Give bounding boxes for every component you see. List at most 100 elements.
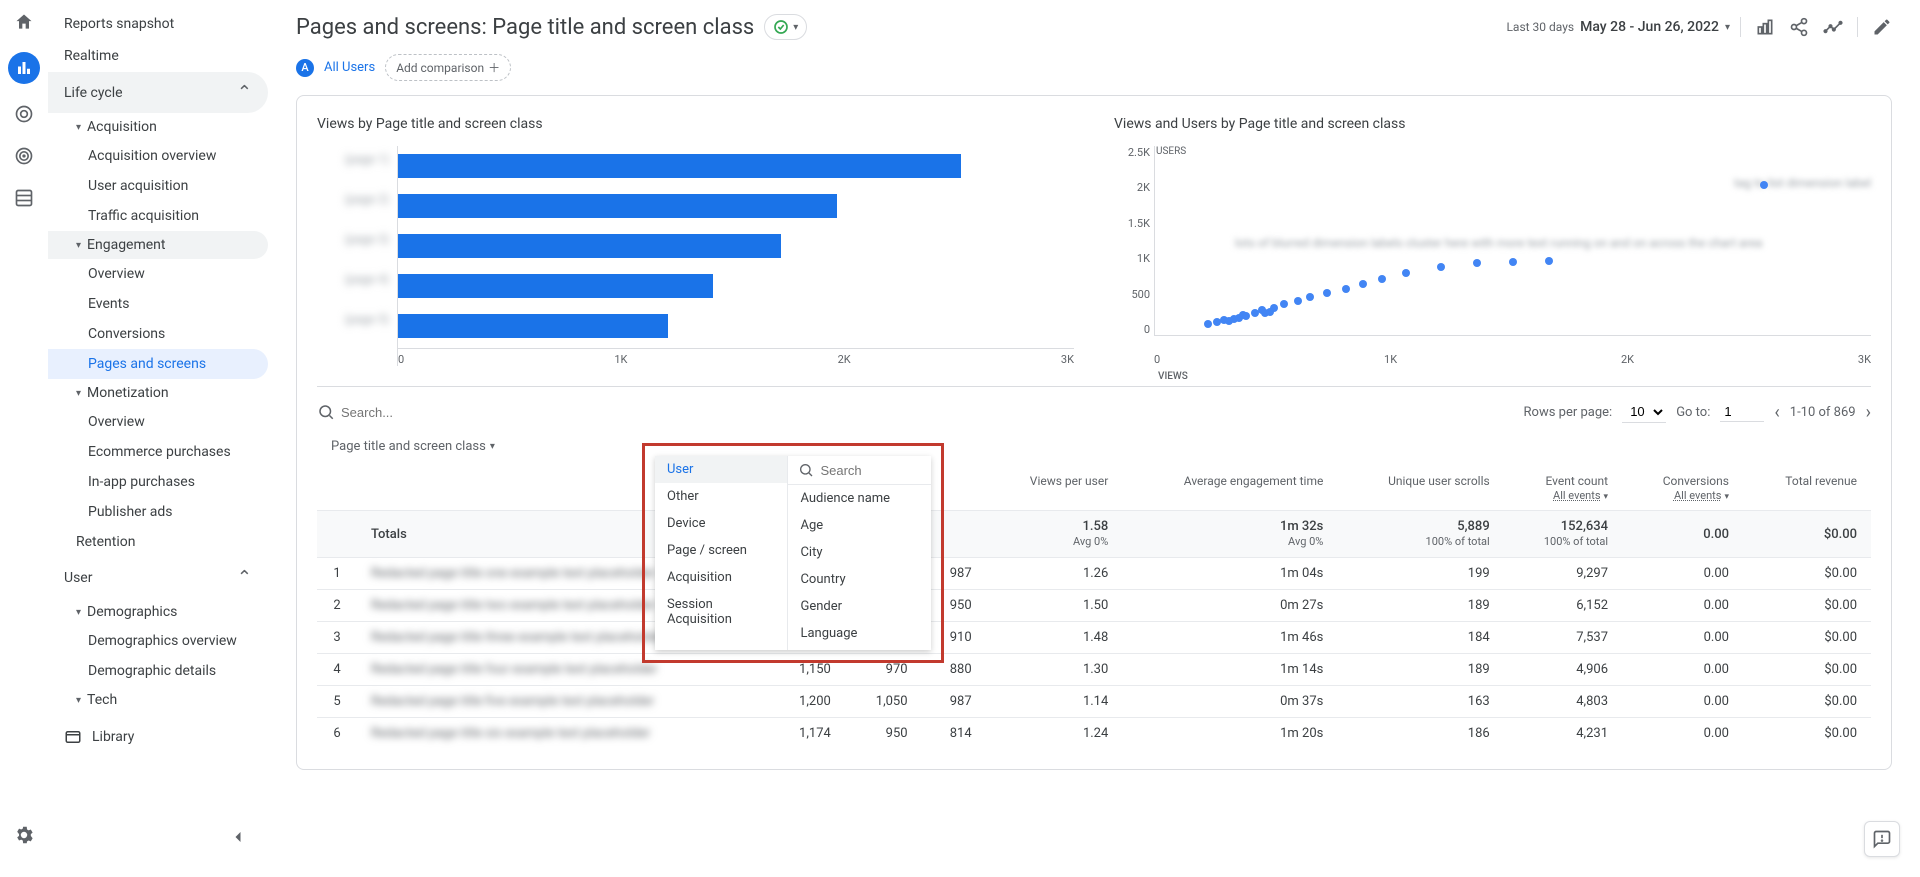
bar-chart-area: 01K2K3K xyxy=(397,146,1074,366)
sidebar-item-demographics-overview[interactable]: Demographics overview xyxy=(48,626,268,656)
dim-category-other[interactable]: Other xyxy=(655,483,787,510)
sidebar: Reports snapshot Realtime Life cycle ⌃ ▾… xyxy=(48,0,268,877)
sidebar-item-demographic-details[interactable]: Demographic details xyxy=(48,656,268,686)
add-comparison-button[interactable]: Add comparison＋ xyxy=(385,54,511,81)
caret-down-icon: ▾ xyxy=(490,441,495,452)
insights-icon[interactable] xyxy=(1823,17,1843,37)
sidebar-item-conversions[interactable]: Conversions xyxy=(48,319,268,349)
segment-badge: A xyxy=(296,59,314,77)
caret-down-icon: ▾ xyxy=(1725,22,1730,33)
secondary-dimension-popup: User Other Device Page / screen Acquisit… xyxy=(655,456,931,650)
sidebar-item-ecommerce-purchases[interactable]: Ecommerce purchases xyxy=(48,437,268,467)
date-range-picker[interactable]: Last 30 days May 28 - Jun 26, 2022 ▾ xyxy=(1506,19,1730,35)
configure-icon[interactable] xyxy=(12,186,36,210)
dim-value-country[interactable]: Country xyxy=(788,566,931,593)
dimension-category-list: User Other Device Page / screen Acquisit… xyxy=(655,456,787,650)
feedback-button[interactable] xyxy=(1864,821,1900,857)
column-avg-engagement-time[interactable]: Average engagement time xyxy=(1122,466,1337,511)
sidebar-group-tech[interactable]: ▾Tech xyxy=(48,686,268,714)
sidebar-item-in-app-purchases[interactable]: In-app purchases xyxy=(48,467,268,497)
table-row[interactable]: 4Redacted page title four example text p… xyxy=(317,654,1871,686)
verified-dropdown[interactable]: ▾ xyxy=(764,14,807,40)
caret-down-icon: ▾ xyxy=(76,240,81,251)
sidebar-section-life-cycle[interactable]: Life cycle ⌃ xyxy=(48,72,268,113)
column-event-count[interactable]: Event countAll events ▾ xyxy=(1504,466,1622,511)
table-row[interactable]: 5Redacted page title five example text p… xyxy=(317,686,1871,718)
sidebar-section-user[interactable]: User ⌃ xyxy=(48,557,268,598)
segment-label[interactable]: All Users xyxy=(324,60,375,75)
left-icon-rail xyxy=(0,0,48,877)
go-to-label: Go to: xyxy=(1676,405,1710,420)
dim-value-age[interactable]: Age xyxy=(788,512,931,539)
caret-down-icon: ▾ xyxy=(1604,492,1609,502)
chevron-up-icon: ⌃ xyxy=(237,82,252,103)
sidebar-item-reports-snapshot[interactable]: Reports snapshot xyxy=(48,8,268,40)
sidebar-group-engagement[interactable]: ▾Engagement xyxy=(48,231,268,259)
sidebar-item-publisher-ads[interactable]: Publisher ads xyxy=(48,497,268,527)
dim-value-language[interactable]: Language xyxy=(788,620,931,647)
dim-category-page-screen[interactable]: Page / screen xyxy=(655,537,787,564)
bar-chart-block: Views by Page title and screen class (pa… xyxy=(317,116,1074,366)
edit-icon[interactable] xyxy=(1857,17,1892,37)
settings-icon[interactable] xyxy=(12,823,36,847)
customize-icon[interactable] xyxy=(1755,17,1775,37)
sidebar-item-retention[interactable]: Retention xyxy=(48,527,268,557)
dim-value-region[interactable]: Region xyxy=(788,647,931,650)
sidebar-item-library[interactable]: Library xyxy=(48,718,268,756)
segment-row: A All Users Add comparison＋ xyxy=(268,50,1920,95)
dim-category-session-acquisition[interactable]: Session Acquisition xyxy=(655,591,787,633)
table-row[interactable]: 3Redacted page title three example text … xyxy=(317,622,1871,654)
table-row[interactable]: 2Redacted page title two example text pl… xyxy=(317,590,1871,622)
dim-value-gender[interactable]: Gender xyxy=(788,593,931,620)
search-icon xyxy=(317,403,335,421)
advertising-icon[interactable] xyxy=(12,144,36,168)
column-unique-user-scrolls[interactable]: Unique user scrolls xyxy=(1337,466,1503,511)
page-title: Pages and screens: Page title and screen… xyxy=(296,15,754,40)
scatter-chart-title: Views and Users by Page title and screen… xyxy=(1114,116,1871,132)
sidebar-group-acquisition[interactable]: ▾Acquisition xyxy=(48,113,268,141)
scatter-chart-area: tag to list dimension label lots of blur… xyxy=(1154,146,1871,336)
dim-value-audience-name[interactable]: Audience name xyxy=(788,485,931,512)
dim-category-acquisition[interactable]: Acquisition xyxy=(655,564,787,591)
sidebar-item-monetization-overview[interactable]: Overview xyxy=(48,407,268,437)
dim-value-city[interactable]: City xyxy=(788,539,931,566)
home-icon[interactable] xyxy=(12,10,36,34)
caret-down-icon: ▾ xyxy=(76,388,81,399)
sidebar-item-traffic-acquisition[interactable]: Traffic acquisition xyxy=(48,201,268,231)
table-search-input[interactable] xyxy=(341,405,541,420)
sidebar-item-events[interactable]: Events xyxy=(48,289,268,319)
primary-dimension-picker[interactable]: Page title and screen class ▾ xyxy=(317,433,495,466)
table-row[interactable]: 1Redacted page title one example text pl… xyxy=(317,558,1871,590)
collapse-sidebar-button[interactable] xyxy=(228,827,248,847)
explore-icon[interactable] xyxy=(12,102,36,126)
caret-down-icon: ▾ xyxy=(76,607,81,618)
sidebar-item-realtime[interactable]: Realtime xyxy=(48,40,268,72)
scatter-chart-y-axis: 2.5K2K1.5K1K5000 xyxy=(1114,146,1154,366)
column-total-revenue[interactable]: Total revenue xyxy=(1743,466,1871,511)
pager-prev-button[interactable]: ‹ xyxy=(1774,402,1779,423)
dim-category-device[interactable]: Device xyxy=(655,510,787,537)
bar-chart-y-labels: (page 1)(page 2)(page 3)(page 4)(page 5) xyxy=(317,146,397,366)
column-conversions[interactable]: ConversionsAll events ▾ xyxy=(1622,466,1743,511)
sidebar-group-demographics[interactable]: ▾Demographics xyxy=(48,598,268,626)
dimension-value-panel: Audience name Age City Country Gender La… xyxy=(787,456,931,650)
table-row[interactable]: 6Redacted page title six example text pl… xyxy=(317,718,1871,750)
sidebar-group-monetization[interactable]: ▾Monetization xyxy=(48,379,268,407)
main-content: Pages and screens: Page title and screen… xyxy=(268,0,1920,877)
sidebar-item-user-acquisition[interactable]: User acquisition xyxy=(48,171,268,201)
dim-category-user[interactable]: User xyxy=(655,456,787,483)
caret-down-icon: ▾ xyxy=(1724,492,1729,502)
dimension-search-input[interactable] xyxy=(820,463,931,478)
sidebar-item-engagement-overview[interactable]: Overview xyxy=(48,259,268,289)
sidebar-item-pages-and-screens[interactable]: Pages and screens xyxy=(48,349,268,379)
reports-icon[interactable] xyxy=(8,52,40,84)
sidebar-item-acquisition-overview[interactable]: Acquisition overview xyxy=(48,141,268,171)
rows-per-page-select[interactable]: 10 xyxy=(1622,401,1666,423)
plus-icon: ＋ xyxy=(488,59,500,76)
share-icon[interactable] xyxy=(1789,17,1809,37)
table-controls: Rows per page: 10 Go to: ‹ 1-10 of 869 › xyxy=(317,386,1871,433)
scatter-chart-block: Views and Users by Page title and screen… xyxy=(1114,116,1871,366)
column-views-per-user[interactable]: Views per user xyxy=(986,466,1123,511)
go-to-input[interactable] xyxy=(1720,402,1764,422)
pager-next-button[interactable]: › xyxy=(1866,402,1871,423)
